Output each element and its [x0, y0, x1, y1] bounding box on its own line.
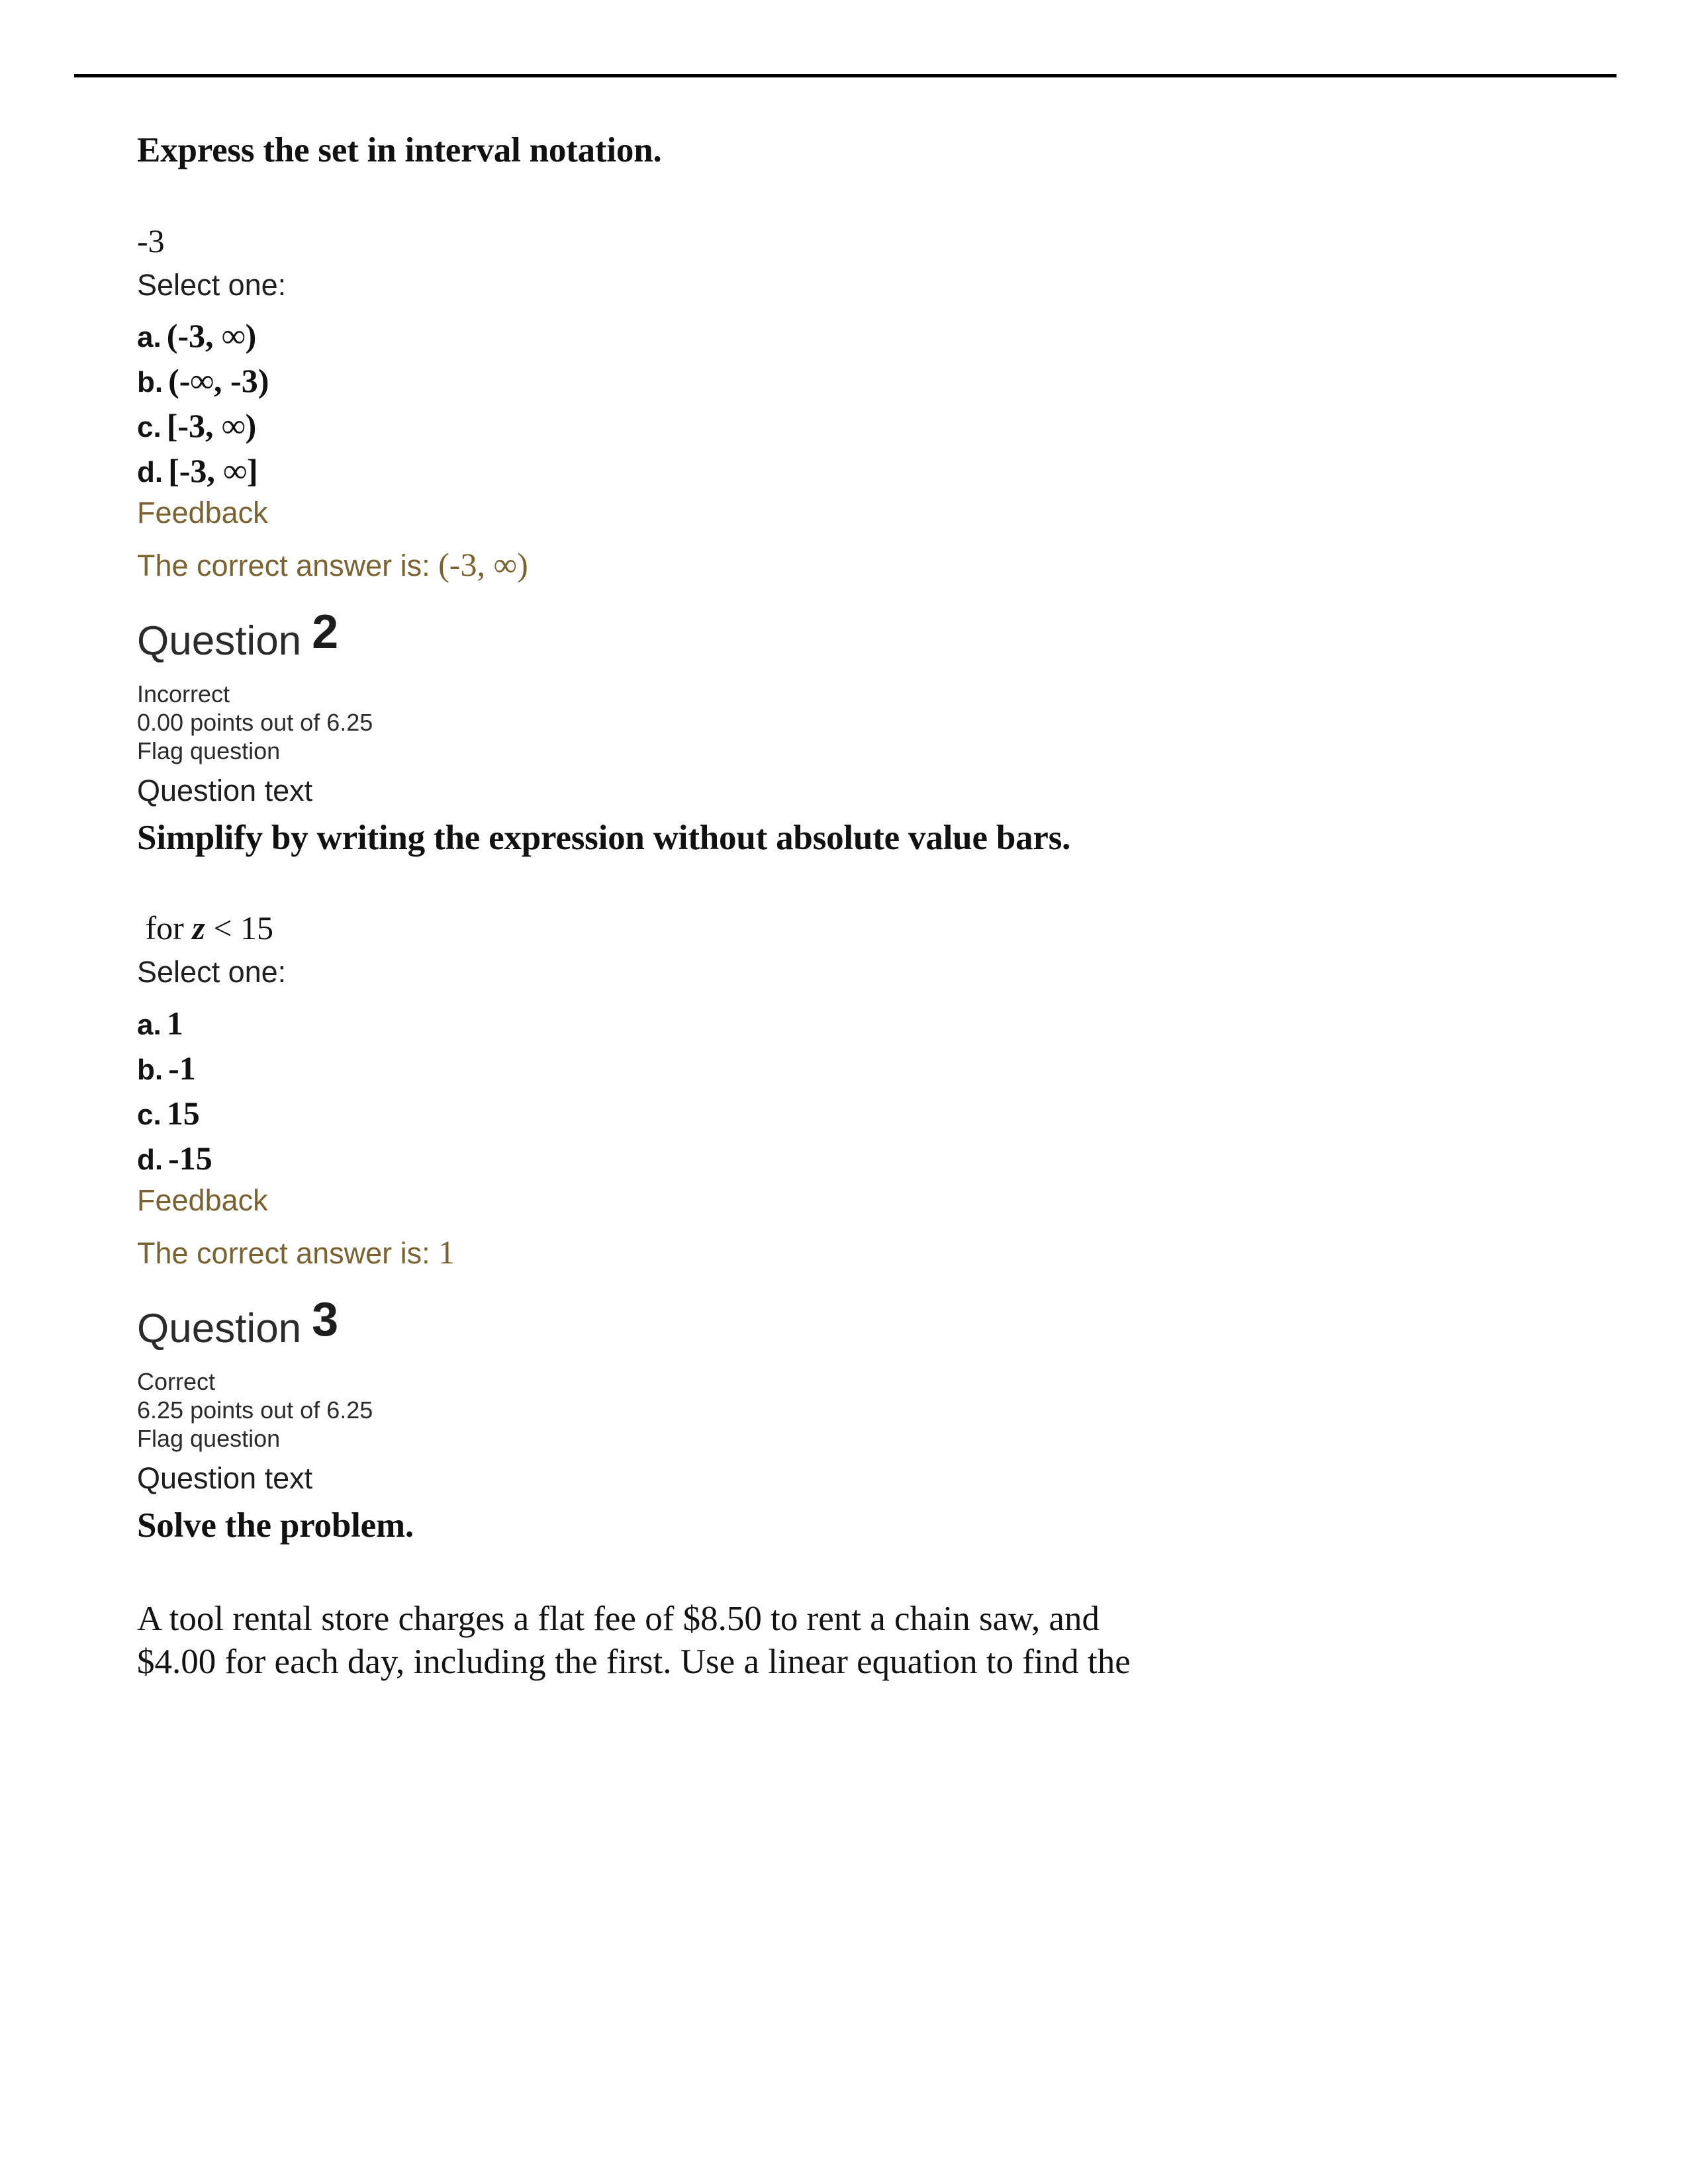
question-word: Question [137, 617, 302, 664]
question-1-block: Express the set in interval notation. -3… [137, 130, 1653, 584]
quiz-review-content: Express the set in interval notation. -3… [137, 130, 1653, 1684]
question-1-option-d[interactable]: d. [-3, ∞] [137, 454, 1653, 487]
document-page: Express the set in interval notation. -3… [0, 0, 1688, 2184]
question-3-status: Correct [137, 1367, 216, 1395]
question-2-flag-link[interactable]: Flag question [137, 737, 1653, 765]
question-2-correct-answer: The correct answer is: 1 [137, 1234, 1653, 1272]
question-1-option-c[interactable]: c. [-3, ∞) [137, 409, 1653, 442]
question-3-body-line-1: A tool rental store charges a flat fee o… [137, 1600, 1100, 1639]
question-1-option-b[interactable]: b. (-∞, -3) [137, 364, 1653, 397]
question-3-prompt: Solve the problem. [137, 1506, 414, 1545]
question-1-option-a[interactable]: a. (-3, ∞) [137, 319, 1653, 352]
correct-answer-value: (-3, ∞) [438, 546, 528, 584]
question-1-select-one-label: Select one: [137, 267, 287, 302]
option-value: [-3, ∞) [166, 406, 257, 444]
option-letter: a. [137, 320, 162, 353]
question-3-points: 6.25 points out of 6.25 [137, 1396, 373, 1424]
question-number: 3 [312, 1293, 339, 1346]
option-value: [-3, ∞] [168, 451, 258, 489]
page-top-divider [74, 74, 1617, 77]
condition-variable: z [192, 909, 205, 947]
option-letter: d. [137, 455, 164, 488]
question-1-feedback-label: Feedback [137, 495, 268, 529]
question-2-prompt: Simplify by writing the expression witho… [137, 818, 1071, 857]
question-2-status: Incorrect [137, 680, 230, 707]
condition-suffix: < 15 [213, 909, 273, 947]
option-letter: b. [137, 1053, 164, 1086]
question-2-option-d[interactable]: d. -15 [137, 1142, 1653, 1175]
option-letter: c. [137, 1098, 162, 1131]
question-2-question-text-label: Question text [137, 774, 313, 808]
question-3-flag-link[interactable]: Flag question [137, 1424, 1653, 1453]
condition-prefix: for [145, 909, 184, 947]
option-value: 15 [166, 1094, 200, 1132]
question-2-select-one-label: Select one: [137, 955, 287, 989]
option-value: (-3, ∞) [166, 316, 257, 354]
question-1-prompt: Express the set in interval notation. [137, 131, 662, 169]
question-2-option-b[interactable]: b. -1 [137, 1052, 1653, 1085]
question-number: 2 [312, 605, 339, 659]
question-3-block: Question 3 Correct 6.25 points out of 6.2… [137, 1296, 1653, 1684]
option-value: 1 [166, 1004, 183, 1042]
option-letter: b. [137, 365, 164, 398]
question-2-block: Question 2 Incorrect 0.00 points out of 6… [137, 608, 1653, 1272]
option-value: (-∞, -3) [168, 361, 269, 399]
question-word: Question [137, 1305, 302, 1351]
question-2-option-c[interactable]: c. 15 [137, 1097, 1653, 1130]
correct-answer-value: 1 [438, 1234, 455, 1271]
question-2-points: 0.00 points out of 6.25 [137, 709, 373, 737]
question-1-expression: -3 [137, 222, 165, 259]
question-2-option-a[interactable]: a. 1 [137, 1007, 1653, 1040]
option-letter: d. [137, 1143, 164, 1176]
question-1-correct-answer: The correct answer is: (-3, ∞) [137, 546, 1653, 584]
question-3-body-line-2: $4.00 for each day, including the first.… [137, 1642, 1131, 1681]
option-value: -15 [168, 1139, 212, 1177]
option-letter: c. [137, 410, 162, 443]
correct-answer-prefix: The correct answer is: [137, 1236, 430, 1271]
question-2-feedback-label: Feedback [137, 1183, 268, 1217]
option-letter: a. [137, 1008, 162, 1041]
question-2-title: Question 2 [137, 608, 1653, 664]
correct-answer-prefix: The correct answer is: [137, 549, 430, 583]
question-2-condition: for z < 15 [137, 910, 1653, 946]
question-3-title: Question 3 [137, 1296, 1653, 1351]
question-3-question-text-label: Question text [137, 1461, 313, 1496]
option-value: -1 [168, 1049, 196, 1087]
